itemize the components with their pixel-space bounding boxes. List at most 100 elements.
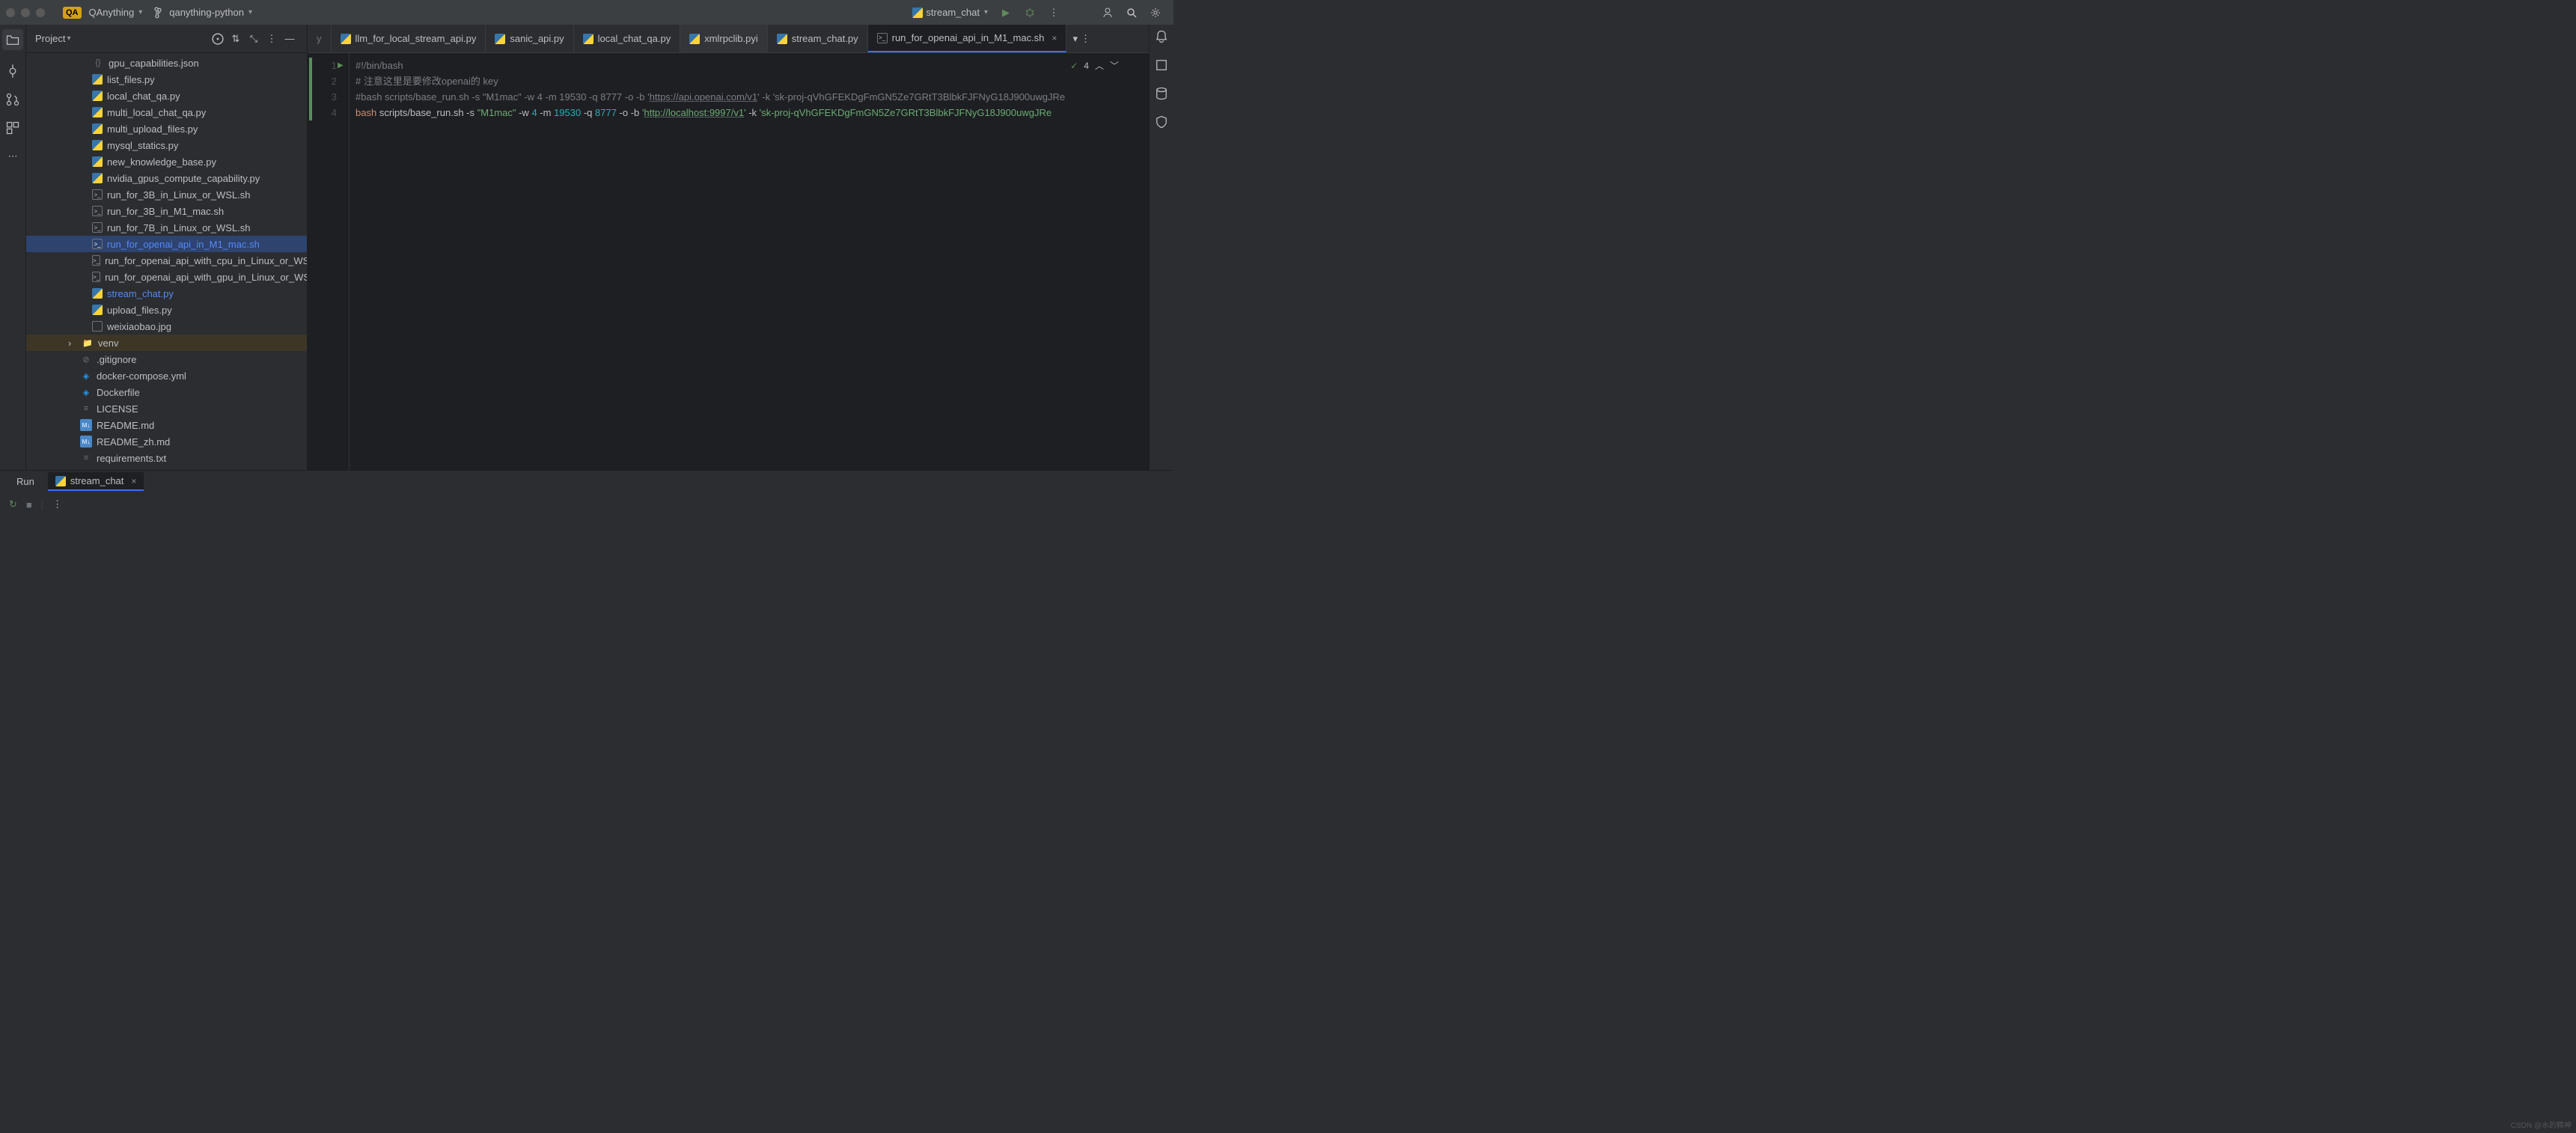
- run-tab[interactable]: Run: [9, 473, 42, 490]
- more-actions-button[interactable]: ⋮: [1042, 4, 1066, 22]
- rerun-button[interactable]: ↻: [9, 498, 17, 510]
- docker-icon: ◈: [80, 386, 92, 398]
- sidebar-title[interactable]: Project: [35, 33, 65, 44]
- tab-label: sanic_api.py: [510, 33, 564, 44]
- tree-file[interactable]: new_knowledge_base.py: [26, 153, 307, 170]
- python-icon: [495, 34, 505, 44]
- shell-icon: >_: [92, 239, 103, 249]
- text-icon: ≡: [80, 452, 92, 464]
- structure-tool-button[interactable]: [5, 120, 20, 135]
- run-options-button[interactable]: ⋮: [52, 498, 62, 510]
- titlebar: QA QAnything ▾ qanything-python ▾ stream…: [0, 0, 1173, 25]
- tree-file[interactable]: {}gpu_capabilities.json: [26, 55, 307, 71]
- editor-tab[interactable]: stream_chat.py: [768, 25, 868, 52]
- tree-file[interactable]: local_chat_qa.py: [26, 88, 307, 104]
- watermark: CSDN @水的精神: [2511, 1119, 2572, 1130]
- editor-tab[interactable]: local_chat_qa.py: [574, 25, 681, 52]
- vcs-change-marker: [309, 58, 312, 120]
- tab-dropdown-button[interactable]: ▾: [1072, 33, 1078, 45]
- tree-file[interactable]: multi_upload_files.py: [26, 120, 307, 137]
- run-button[interactable]: ▶: [994, 4, 1018, 22]
- tree-folder[interactable]: ›📁venv: [26, 335, 307, 351]
- tree-file[interactable]: multi_local_chat_qa.py: [26, 104, 307, 120]
- editor-inspection-widget[interactable]: ✓ 4 ︿ ﹀: [1070, 59, 1119, 72]
- ai-assistant-button[interactable]: [1154, 58, 1169, 73]
- run-config-tab[interactable]: stream_chat ×: [48, 472, 144, 491]
- max-dot[interactable]: [36, 8, 45, 17]
- debug-button[interactable]: [1018, 4, 1042, 22]
- person-icon: [1102, 7, 1114, 19]
- select-opened-file-button[interactable]: [210, 31, 226, 47]
- file-name-label: run_for_openai_api_with_cpu_in_Linux_or_…: [105, 255, 307, 266]
- tree-file[interactable]: ◈Dockerfile: [26, 384, 307, 400]
- commit-tool-button[interactable]: [5, 64, 20, 79]
- tree-file[interactable]: >_run_for_3B_in_M1_mac.sh: [26, 203, 307, 219]
- close-icon[interactable]: ×: [1052, 33, 1057, 43]
- folder-icon: [5, 32, 20, 47]
- tree-file[interactable]: >_run_for_7B_in_Linux_or_WSL.sh: [26, 219, 307, 236]
- code-editor[interactable]: ✓ 4 ︿ ﹀ ▶ 1 2 3 4 #!/bin/bash# 注意这里是要修改o…: [308, 53, 1149, 470]
- vcs-branch[interactable]: qanything-python ▾: [148, 4, 258, 22]
- run-config-selector[interactable]: stream_chat ▾: [906, 4, 994, 21]
- tree-file[interactable]: stream_chat.py: [26, 285, 307, 302]
- tree-file[interactable]: M↓README.md: [26, 417, 307, 433]
- tree-file[interactable]: ≡LICENSE: [26, 400, 307, 417]
- project-tool-button[interactable]: [2, 29, 23, 50]
- tree-file[interactable]: ≡requirements.txt: [26, 450, 307, 466]
- notifications-button[interactable]: [1154, 29, 1169, 44]
- left-tool-strip: ⋯: [0, 25, 26, 470]
- file-name-label: stream_chat.py: [107, 288, 174, 299]
- python-icon: [55, 476, 66, 486]
- editor-tab[interactable]: y: [308, 25, 332, 52]
- tree-file[interactable]: >_run_for_openai_api_with_cpu_in_Linux_o…: [26, 252, 307, 269]
- file-tree[interactable]: {}gpu_capabilities.jsonlist_files.pyloca…: [26, 53, 307, 470]
- tab-options-button[interactable]: ⋮: [1081, 33, 1090, 45]
- next-problem-button[interactable]: ﹀: [1110, 59, 1119, 72]
- tree-file[interactable]: M↓README_zh.md: [26, 433, 307, 450]
- file-name-label: docker-compose.yml: [97, 370, 186, 382]
- python-icon: [341, 34, 351, 44]
- hide-sidebar-button[interactable]: —: [281, 31, 298, 47]
- tree-file[interactable]: mysql_statics.py: [26, 137, 307, 153]
- shell-icon: >_: [92, 206, 103, 216]
- collapse-all-button[interactable]: ⤡: [245, 31, 262, 47]
- bell-icon: [1154, 29, 1169, 44]
- stop-button[interactable]: ■: [26, 499, 32, 510]
- editor-tab[interactable]: >_run_for_openai_api_in_M1_mac.sh×: [868, 25, 1067, 52]
- tree-file[interactable]: upload_files.py: [26, 302, 307, 318]
- prev-problem-button[interactable]: ︿: [1095, 59, 1104, 72]
- tree-file[interactable]: list_files.py: [26, 71, 307, 88]
- tree-file[interactable]: >_ run_for_openai_api_in_M1_mac.sh: [26, 236, 307, 252]
- python-icon: [777, 34, 787, 44]
- database-button[interactable]: [1154, 86, 1169, 101]
- file-name-label: run_for_openai_api_in_M1_mac.sh: [107, 239, 260, 250]
- editor-tab[interactable]: llm_for_local_stream_api.py: [332, 25, 486, 52]
- min-dot[interactable]: [21, 8, 30, 17]
- more-tools-button[interactable]: ⋯: [5, 149, 20, 164]
- tree-file[interactable]: weixiaobao.jpg: [26, 318, 307, 335]
- project-selector[interactable]: QA QAnything ▾: [57, 4, 148, 22]
- structure-icon: [5, 120, 20, 135]
- tree-file[interactable]: >_run_for_openai_api_with_gpu_in_Linux_o…: [26, 269, 307, 285]
- pull-requests-button[interactable]: [5, 92, 20, 107]
- sidebar-options-button[interactable]: ⋮: [263, 31, 280, 47]
- search-button[interactable]: [1120, 4, 1144, 22]
- chevron-down-icon: ▾: [138, 8, 142, 16]
- settings-button[interactable]: [1144, 4, 1168, 22]
- expand-all-button[interactable]: ⇅: [228, 31, 244, 47]
- tree-file[interactable]: ⊘.gitignore: [26, 351, 307, 367]
- tree-file[interactable]: ◈docker-compose.yml: [26, 367, 307, 384]
- close-dot[interactable]: [6, 8, 15, 17]
- coverage-button[interactable]: [1154, 114, 1169, 129]
- close-icon[interactable]: ×: [131, 476, 136, 486]
- editor-tab[interactable]: sanic_api.py: [486, 25, 573, 52]
- code-content[interactable]: #!/bin/bash# 注意这里是要修改openai的 key#bash sc…: [350, 53, 1149, 470]
- editor-tab[interactable]: xmlrpclib.pyi: [680, 25, 768, 52]
- shield-icon: [1154, 114, 1169, 129]
- run-gutter-icon[interactable]: ▶: [338, 58, 344, 73]
- file-name-label: gpu_capabilities.json: [109, 58, 199, 69]
- tree-file[interactable]: nvidia_gpus_compute_capability.py: [26, 170, 307, 186]
- tree-file[interactable]: >_run_for_3B_in_Linux_or_WSL.sh: [26, 186, 307, 203]
- code-with-me-button[interactable]: [1096, 4, 1120, 22]
- pull-request-icon: [5, 92, 20, 107]
